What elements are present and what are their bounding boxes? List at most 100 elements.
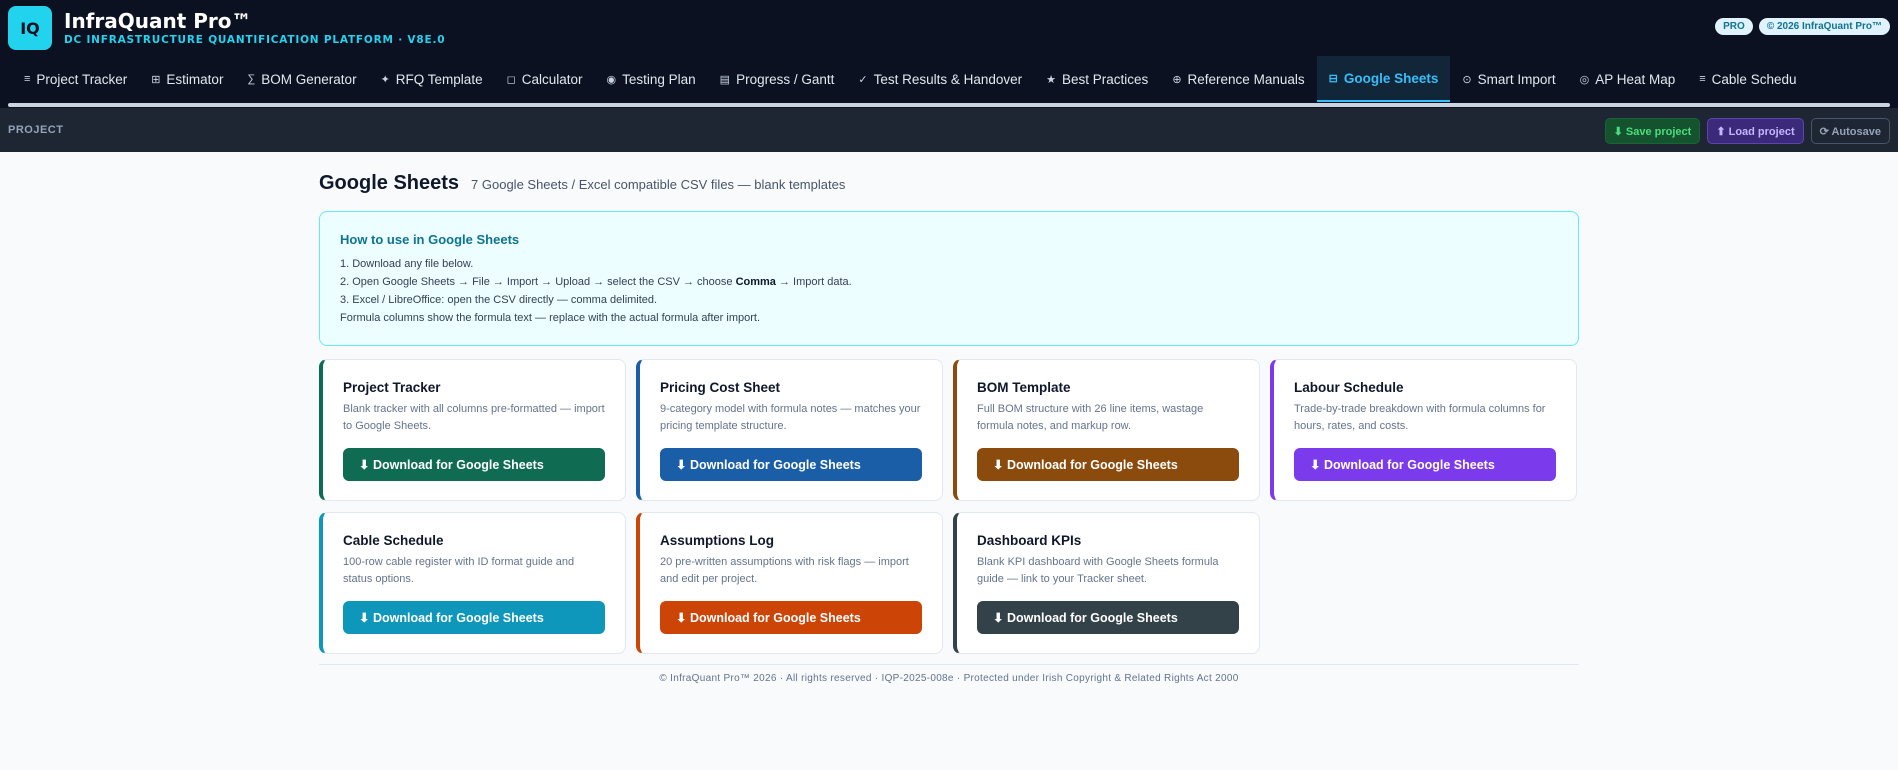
tab-label: Project Tracker	[36, 71, 128, 87]
project-label: PROJECT	[8, 124, 64, 136]
template-card: Dashboard KPIs Blank KPI dashboard with G…	[953, 512, 1260, 654]
card-title: Pricing Cost Sheet	[660, 380, 781, 395]
brand: InfraQuant Pro™ DC INFRASTRUCTURE QUANTI…	[64, 10, 445, 46]
load-project-button[interactable]: ⬆ Load project	[1707, 118, 1804, 144]
howto-step-2-post: → Import data.	[775, 276, 852, 288]
card-title: Assumptions Log	[660, 533, 774, 548]
template-card: Cable Schedule 100-row cable register wit…	[319, 512, 626, 654]
download-button[interactable]: ⬇ Download for Google Sheets	[660, 601, 922, 634]
tab-rfq-template[interactable]: ✦ RFQ Template	[369, 56, 495, 102]
app-header: IQ InfraQuant Pro™ DC INFRASTRUCTURE QUA…	[0, 0, 1898, 56]
tab-icon: ∑	[247, 73, 256, 85]
tab-label: Best Practices	[1062, 71, 1149, 87]
tab-label: Estimator	[166, 71, 224, 87]
card-description: 100-row cable register with ID format gu…	[343, 556, 575, 585]
howto-step-1: 1. Download any file below.	[340, 258, 474, 270]
tab-label: Testing Plan	[622, 71, 696, 87]
app-title: InfraQuant Pro™	[64, 9, 252, 33]
tab-calculator[interactable]: ◻ Calculator	[495, 56, 595, 102]
tab-label: Cable Schedu	[1711, 71, 1797, 87]
tab-ap-heat-map[interactable]: ◎ AP Heat Map	[1568, 56, 1688, 102]
card-title: BOM Template	[977, 380, 1071, 395]
tab-icon: ⊙	[1462, 73, 1472, 86]
footer: © InfraQuant Pro™ 2026 · All rights rese…	[319, 664, 1579, 684]
tab-label: Reference Manuals	[1187, 71, 1305, 87]
download-button[interactable]: ⬇ Download for Google Sheets	[660, 448, 922, 481]
tab-progress-gantt[interactable]: ▤ Progress / Gantt	[708, 56, 847, 102]
tab-label: BOM Generator	[261, 71, 357, 87]
tab-google-sheets[interactable]: ⊟ Google Sheets	[1316, 56, 1451, 102]
card-description: Blank tracker with all columns pre-forma…	[343, 403, 605, 432]
tab-icon: ✓	[858, 73, 868, 86]
download-button[interactable]: ⬇ Download for Google Sheets	[343, 601, 605, 634]
howto-step-2: 2. Open Google Sheets → File → Import → …	[340, 273, 1558, 291]
template-card: Project Tracker Blank tracker with all co…	[319, 359, 626, 501]
tab-icon: ⊟	[1328, 72, 1338, 85]
card-title: Dashboard KPIs	[977, 533, 1082, 548]
project-bar: PROJECT ⬇ Save project ⬆ Load project ⟳ …	[0, 108, 1898, 152]
card-title: Cable Schedule	[343, 533, 444, 548]
tab-label: Progress / Gantt	[736, 71, 835, 87]
main-content: Google Sheets 7 Google Sheets / Excel co…	[319, 152, 1579, 684]
howto-note: Formula columns show the formula text — …	[340, 312, 761, 324]
howto-title: How to use in Google Sheets	[340, 232, 520, 247]
tab-project-tracker[interactable]: ≡ Project Tracker	[12, 56, 139, 102]
tab-label: RFQ Template	[395, 71, 483, 87]
tab-bom-generator[interactable]: ∑ BOM Generator	[235, 56, 368, 102]
template-grid: Project Tracker Blank tracker with all co…	[319, 359, 1579, 654]
card-description: Full BOM structure with 26 line items, w…	[977, 403, 1204, 432]
template-card: Labour Schedule Trade-by-trade breakdown …	[1270, 359, 1577, 501]
tab-icon: ◎	[1579, 73, 1590, 86]
howto-step-2-bold: Comma	[735, 276, 776, 288]
card-description: Blank KPI dashboard with Google Sheets f…	[977, 556, 1219, 585]
tab-testing-plan[interactable]: ◉ Testing Plan	[595, 56, 708, 102]
page-title: Google Sheets	[319, 172, 460, 194]
tab-icon: ★	[1046, 73, 1057, 86]
nav-scrollbar-thumb[interactable]	[8, 103, 1890, 107]
card-description: Trade-by-trade breakdown with formula co…	[1294, 403, 1546, 432]
tab-reference-manuals[interactable]: ⊕ Reference Manuals	[1160, 56, 1316, 102]
howto-step-3: 3. Excel / LibreOffice: open the CSV dir…	[340, 294, 658, 306]
app-subtitle: DC INFRASTRUCTURE QUANTIFICATION PLATFOR…	[64, 34, 446, 46]
download-button[interactable]: ⬇ Download for Google Sheets	[977, 448, 1239, 481]
tab-cable-schedu[interactable]: ≡ Cable Schedu	[1687, 56, 1808, 102]
template-card: BOM Template Full BOM structure with 26 l…	[953, 359, 1260, 501]
card-title: Project Tracker	[343, 380, 441, 395]
tab-icon: ◻	[506, 73, 516, 86]
autosave-button[interactable]: ⟳ Autosave	[1810, 118, 1890, 144]
tab-best-practices[interactable]: ★ Best Practices	[1034, 56, 1160, 102]
main-nav: ≡ Project Tracker ⊞ Estimator ∑ BOM Generator…	[0, 56, 1898, 102]
howto-panel: How to use in Google Sheets 1. Download …	[319, 211, 1579, 346]
download-button[interactable]: ⬇ Download for Google Sheets	[1294, 448, 1556, 481]
tab-estimator[interactable]: ⊞ Estimator	[139, 56, 235, 102]
tab-label: Calculator	[521, 71, 583, 87]
tab-label: Test Results & Handover	[873, 71, 1023, 87]
tab-test-results-handover[interactable]: ✓ Test Results & Handover	[846, 56, 1034, 102]
app-logo: IQ	[8, 6, 52, 50]
tab-label: Google Sheets	[1343, 70, 1439, 86]
tab-icon: ✦	[380, 73, 390, 86]
tab-smart-import[interactable]: ⊙ Smart Import	[1450, 56, 1567, 102]
card-description: 20 pre-written assumptions with risk fla…	[660, 556, 909, 585]
tab-label: AP Heat Map	[1595, 71, 1676, 87]
title-row: Google Sheets 7 Google Sheets / Excel co…	[319, 172, 1579, 195]
template-card: Pricing Cost Sheet 9-category model with …	[636, 359, 943, 501]
tab-icon: ⊞	[151, 73, 161, 86]
project-actions: ⬇ Save project ⬆ Load project ⟳ Autosave	[1604, 118, 1890, 144]
pro-badge: PRO	[1715, 18, 1753, 35]
tab-label: Smart Import	[1477, 71, 1556, 87]
header-badges: PRO © 2026 InfraQuant Pro™	[1715, 18, 1890, 35]
tab-icon: ≡	[1699, 73, 1706, 85]
download-button[interactable]: ⬇ Download for Google Sheets	[343, 448, 605, 481]
card-description: 9-category model with formula notes — ma…	[660, 403, 921, 432]
tab-icon: ▤	[719, 73, 731, 86]
download-button[interactable]: ⬇ Download for Google Sheets	[977, 601, 1239, 634]
card-title: Labour Schedule	[1294, 380, 1404, 395]
tab-icon: ⊕	[1172, 73, 1182, 86]
copyright-badge: © 2026 InfraQuant Pro™	[1758, 18, 1890, 35]
tab-icon: ≡	[24, 73, 31, 85]
tab-icon: ◉	[606, 73, 617, 86]
howto-step-2-pre: 2. Open Google Sheets → File → Import → …	[340, 276, 736, 288]
template-card: Assumptions Log 20 pre-written assumption…	[636, 512, 943, 654]
save-project-button[interactable]: ⬇ Save project	[1604, 118, 1701, 144]
